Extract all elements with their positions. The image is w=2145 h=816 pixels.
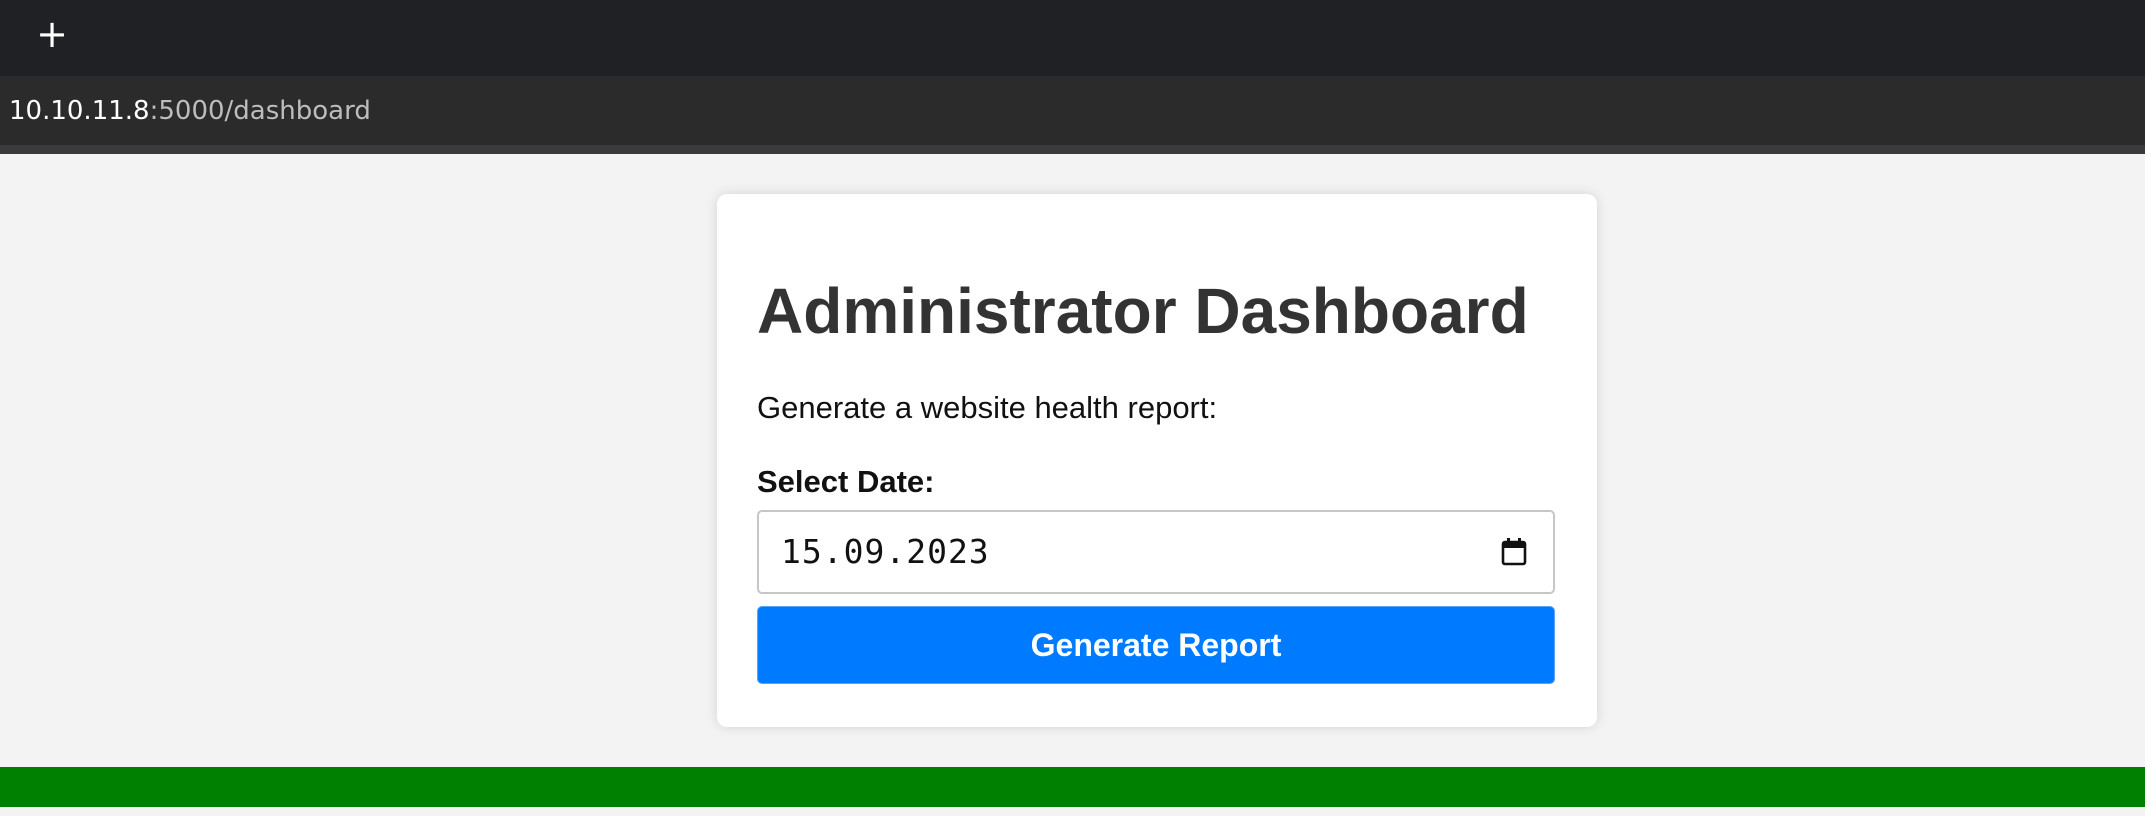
url-host: 10.10.11.8 bbox=[9, 96, 150, 126]
tab-strip-background: + bbox=[4, 0, 2145, 68]
url-text[interactable]: 10.10.11.8:5000/dashboard bbox=[9, 96, 371, 126]
date-input[interactable]: 15.09.2023 bbox=[757, 510, 1555, 594]
calendar-icon[interactable] bbox=[1501, 538, 1527, 566]
page-content: Administrator Dashboard Generate a websi… bbox=[0, 154, 2145, 767]
bottom-strip bbox=[0, 807, 2145, 816]
dashboard-card: Administrator Dashboard Generate a websi… bbox=[717, 194, 1597, 727]
generate-report-button[interactable]: Generate Report bbox=[757, 606, 1555, 684]
url-path: :5000/dashboard bbox=[149, 96, 371, 126]
report-description: Generate a website health report: bbox=[757, 390, 1218, 425]
date-value: 15.09.2023 bbox=[781, 532, 990, 571]
toolbar-divider bbox=[0, 145, 2145, 154]
plus-icon: + bbox=[36, 12, 68, 56]
browser-tab-strip: + bbox=[0, 0, 2145, 70]
status-bar bbox=[0, 767, 2145, 807]
new-tab-button[interactable]: + bbox=[32, 14, 72, 54]
date-label: Select Date: bbox=[757, 464, 935, 499]
address-bar[interactable]: 10.10.11.8:5000/dashboard bbox=[0, 70, 2145, 145]
page-title: Administrator Dashboard bbox=[757, 275, 1529, 347]
